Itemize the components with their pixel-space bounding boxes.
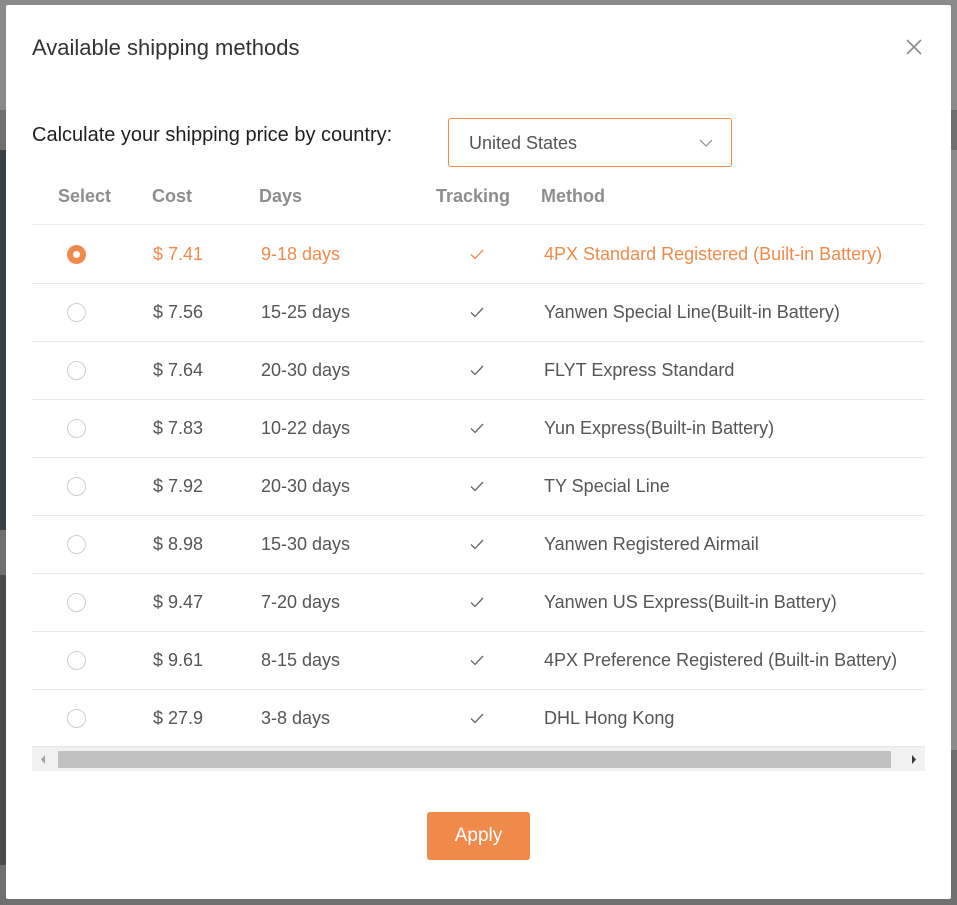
method-cell: Yanwen Special Line(Built-in Battery)	[544, 302, 840, 322]
check-icon	[470, 597, 484, 608]
select-radio[interactable]	[67, 419, 86, 438]
check-icon	[470, 481, 484, 492]
shipping-methods-modal: Available shipping methods Calculate you…	[6, 5, 951, 899]
scrollbar-thumb[interactable]	[58, 751, 891, 768]
select-radio[interactable]	[67, 361, 86, 380]
scroll-right-button[interactable]	[901, 747, 925, 772]
modal-title: Available shipping methods	[32, 35, 300, 60]
select-radio[interactable]	[67, 593, 86, 612]
days-cell: 8-15 days	[261, 650, 341, 670]
country-select[interactable]: United States	[448, 118, 732, 167]
days-cell: 15-30 days	[261, 534, 351, 554]
cost-cell: $ 8.98	[153, 534, 204, 554]
cost-cell: $ 27.9	[153, 708, 204, 728]
apply-button[interactable]: Apply	[427, 812, 530, 860]
cost-cell: $ 7.64	[153, 360, 204, 380]
chevron-down-icon	[699, 139, 713, 147]
check-icon	[470, 539, 484, 550]
header-select: Select	[58, 186, 112, 206]
header-method: Method	[541, 186, 605, 206]
shipping-table: Select Cost Days Tracking Method $ 7.41 9…	[32, 170, 925, 771]
table-row[interactable]: $ 27.9 3-8 days DHL Hong Kong	[32, 690, 925, 748]
scroll-left-icon	[41, 755, 45, 764]
method-cell: Yanwen US Express(Built-in Battery)	[544, 592, 837, 612]
check-icon	[470, 423, 484, 434]
check-icon	[470, 655, 484, 666]
country-select-value: United States	[469, 133, 578, 153]
cost-cell: $ 7.56	[153, 302, 204, 322]
method-cell: 4PX Preference Registered (Built-in Batt…	[544, 650, 898, 670]
check-icon	[470, 365, 484, 376]
horizontal-scrollbar[interactable]	[32, 746, 925, 771]
table-row[interactable]: $ 7.64 20-30 days FLYT Express Standard	[32, 342, 925, 400]
days-cell: 3-8 days	[261, 708, 331, 728]
close-button[interactable]	[902, 35, 926, 59]
table-row[interactable]: $ 9.47 7-20 days Yanwen US Express(Built-i…	[32, 574, 925, 632]
days-cell: 20-30 days	[261, 360, 351, 380]
cost-cell: $ 7.41	[153, 244, 204, 264]
days-cell: 9-18 days	[261, 244, 341, 264]
days-cell: 7-20 days	[261, 592, 341, 612]
days-cell: 15-25 days	[261, 302, 351, 322]
check-icon	[470, 249, 484, 260]
select-radio[interactable]	[67, 245, 86, 264]
table-row[interactable]: $ 7.83 10-22 days Yun Express(Built-in Bat…	[32, 400, 925, 458]
select-radio[interactable]	[67, 651, 86, 670]
select-radio[interactable]	[67, 709, 86, 728]
method-cell: FLYT Express Standard	[544, 360, 735, 380]
table-row[interactable]: $ 7.92 20-30 days TY Special Line	[32, 458, 925, 516]
table-header: Select Cost Days Tracking Method	[32, 170, 925, 225]
check-icon	[470, 307, 484, 318]
method-cell: 4PX Standard Registered (Built-in Batter…	[544, 244, 883, 264]
method-cell: Yanwen Registered Airmail	[544, 534, 759, 554]
table-row[interactable]: $ 8.98 15-30 days Yanwen Registered Airmai…	[32, 516, 925, 574]
cost-cell: $ 9.61	[153, 650, 204, 670]
header-days: Days	[259, 186, 303, 206]
table-row[interactable]: $ 9.61 8-15 days 4PX Preference Registered…	[32, 632, 925, 690]
close-icon	[906, 39, 922, 55]
table-row[interactable]: $ 7.56 15-25 days Yanwen Special Line(Buil…	[32, 284, 925, 342]
select-radio[interactable]	[67, 477, 86, 496]
cost-cell: $ 7.92	[153, 476, 204, 496]
country-label: Calculate your shipping price by country…	[32, 124, 393, 146]
method-cell: DHL Hong Kong	[544, 708, 675, 728]
check-icon	[470, 713, 484, 724]
select-radio[interactable]	[67, 303, 86, 322]
scroll-right-icon	[912, 755, 916, 764]
header-cost: Cost	[152, 186, 192, 206]
method-cell: Yun Express(Built-in Battery)	[544, 418, 775, 438]
cost-cell: $ 9.47	[153, 592, 204, 612]
select-radio[interactable]	[67, 535, 86, 554]
table-row[interactable]: $ 7.41 9-18 days 4PX Standard Registered (…	[32, 226, 925, 284]
cost-cell: $ 7.83	[153, 418, 204, 438]
days-cell: 20-30 days	[261, 476, 351, 496]
header-tracking: Tracking	[436, 186, 511, 206]
scroll-left-button[interactable]	[32, 747, 56, 772]
days-cell: 10-22 days	[261, 418, 351, 438]
method-cell: TY Special Line	[544, 476, 670, 496]
